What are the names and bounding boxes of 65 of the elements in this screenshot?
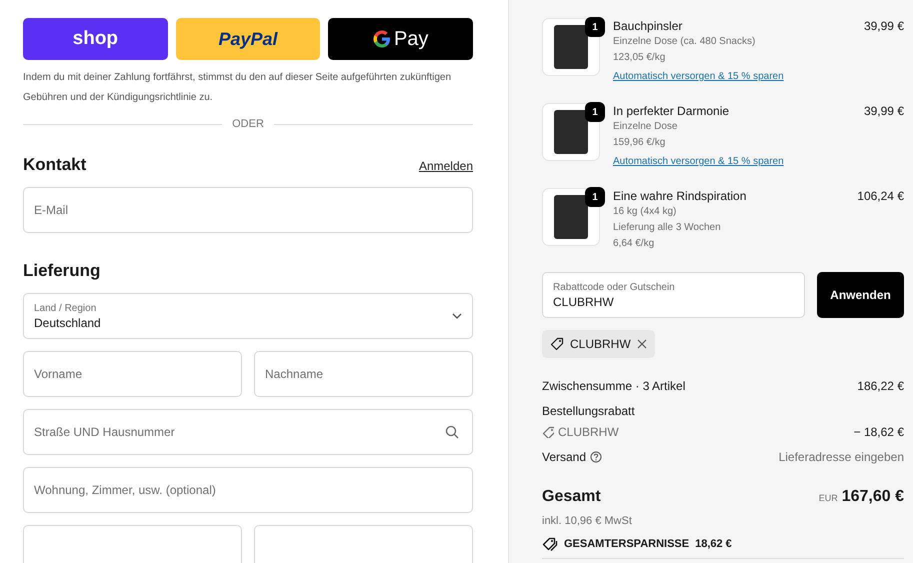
section-heading: Kontakt [23, 154, 86, 175]
shipping-value: Lieferadresse eingeben [778, 449, 904, 465]
quantity-badge: 1 [585, 17, 605, 37]
address-field[interactable]: Straße UND Hausnummer [23, 409, 473, 456]
savings-label: GESAMTERSPARNISSE [564, 536, 690, 552]
quantity-badge: 1 [585, 187, 605, 207]
text-field[interactable]: Nachname [254, 351, 473, 398]
g-logo-icon [372, 30, 391, 48]
discount-tag-code: CLUBRHW [570, 336, 631, 353]
tax-note: inkl. 10,96 € MwSt [542, 514, 633, 529]
discount-code: CLUBRHW [558, 424, 619, 440]
email-field[interactable]: E-Mail [23, 186, 473, 233]
apply-button[interactable]: Anwenden [817, 272, 904, 318]
gpay-pay-button[interactable]: Pay [328, 18, 474, 60]
currency-code: EUR [818, 492, 838, 505]
tags-icon [542, 536, 558, 551]
subscribe-link[interactable]: Automatisch versorgen & 15 % sparen [613, 154, 784, 170]
photo-placeholder [554, 110, 588, 154]
summary-label: Versand [542, 449, 586, 465]
section-heading: Lieferung [23, 260, 102, 282]
summary-label: Zwischensumme · 3 Artikel [542, 378, 686, 394]
summary-value: 186,22 € [857, 378, 904, 394]
field-label: Land / Region [34, 302, 98, 315]
product-detail: 6,64 €/kg [613, 237, 656, 251]
product-name: Bauchpinsler [613, 18, 684, 34]
quantity-badge: 1 [585, 102, 605, 122]
disclaimer-text: Indem du mit deiner Zahlung fortfährst, stimmst du den auf dieser Seite aufgeführten zukünftigen Gebühren und der Kündigungsrichtlinie zu. [23, 71, 452, 105]
text-field[interactable] [23, 525, 242, 563]
tag-icon [542, 426, 554, 438]
field-value: CLUBRHW [553, 294, 615, 310]
savings-amount: 18,62 € [695, 536, 732, 552]
product-detail: Lieferung alle 3 Wochen [613, 221, 722, 235]
product-name: Eine wahre Rindspiration [613, 188, 748, 204]
shop-pay-button[interactable]: shop [23, 18, 168, 60]
product-detail: Einzelne Dose [613, 120, 678, 134]
product-detail: 123,05 €/kg [613, 51, 666, 65]
text-field[interactable] [254, 525, 473, 563]
photo-placeholder [554, 195, 588, 239]
product-detail: Einzelne Dose (ca. 480 Snacks) [613, 35, 756, 49]
login-link[interactable]: Anmelden [418, 156, 473, 175]
help-icon [590, 451, 602, 463]
divider-label: ODER [231, 117, 265, 132]
paypal-pay-button[interactable]: PayPal [176, 18, 320, 60]
product-price: 39,99 € [864, 103, 904, 120]
text-field[interactable]: Wohnung, Zimmer, usw. (optional) [23, 467, 473, 514]
country-select[interactable]: Land / Region Deutschland [23, 293, 473, 340]
text-field[interactable]: Vorname [23, 351, 242, 398]
product-price: 39,99 € [864, 18, 904, 35]
total-label: Gesamt [542, 487, 601, 507]
product-name: In perfekter Darmonie [613, 103, 730, 119]
discount-code-field[interactable]: Rabattcode oder Gutschein CLUBRHW [542, 272, 805, 318]
chevron-down-icon [452, 313, 462, 320]
product-price: 106,24 € [857, 188, 904, 205]
total-amount: 167,60 € [842, 487, 904, 507]
product-detail: 159,96 €/kg [613, 136, 666, 150]
close-icon [636, 339, 647, 349]
summary-label: Bestellungsrabatt [542, 403, 635, 419]
subscribe-link[interactable]: Automatisch versorgen & 15 % sparen [613, 69, 784, 85]
search-icon [445, 425, 459, 440]
photo-placeholder [554, 25, 588, 69]
tag-icon [550, 337, 564, 351]
field-label: Rabattcode oder Gutschein [553, 280, 675, 294]
discount-amount: − 18,62 € [854, 424, 904, 440]
field-value: Deutschland [34, 314, 101, 331]
product-detail: 16 kg (4x4 kg) [613, 205, 678, 219]
